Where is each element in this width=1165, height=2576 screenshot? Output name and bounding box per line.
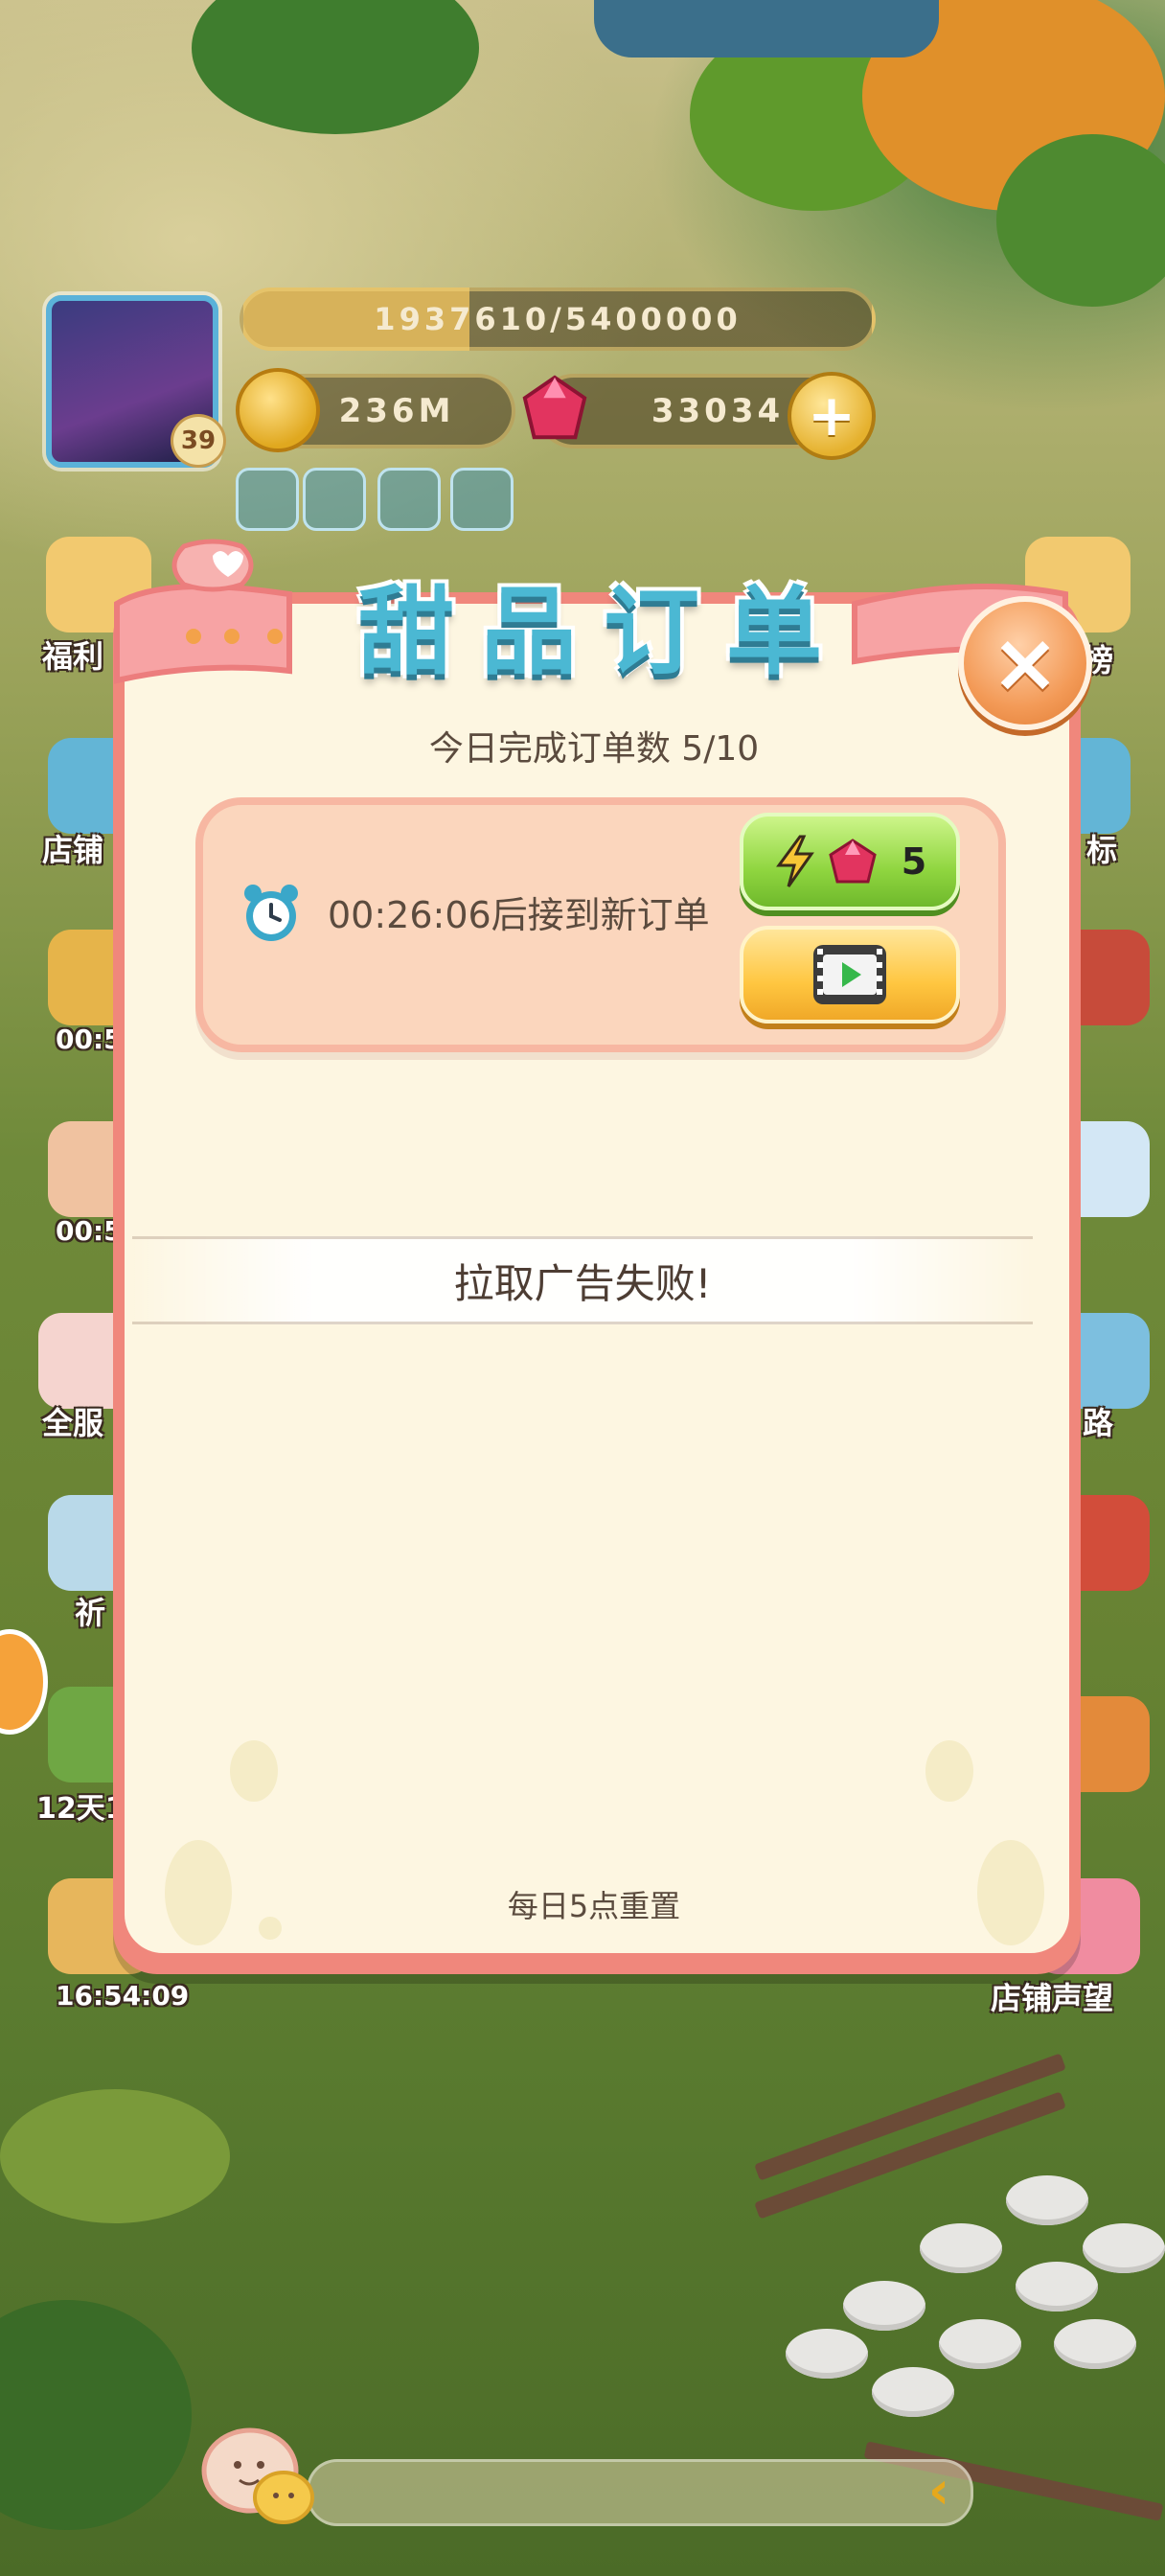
decor-dot — [977, 1840, 1044, 1945]
decor-dot — [925, 1740, 973, 1802]
lightning-icon — [775, 835, 814, 887]
event-icon[interactable] — [303, 468, 366, 531]
decor-dot — [259, 1917, 282, 1940]
target-label: 标 — [1086, 832, 1118, 868]
decor-dot — [165, 1840, 232, 1945]
stepping-stone — [843, 2281, 925, 2331]
next-order-timer: 00:26:06后接到新订单 — [328, 894, 710, 936]
video-play-icon — [813, 945, 886, 1004]
gem-icon — [829, 839, 877, 884]
watch-ad-button[interactable] — [740, 926, 960, 1024]
stepping-stone — [786, 2329, 868, 2379]
bush — [0, 2089, 230, 2223]
daily-order-count: 今日完成订单数 5/10 — [428, 729, 760, 769]
stepping-stone — [1016, 2262, 1098, 2312]
coin-value: 236M — [338, 392, 455, 430]
stepping-stone — [1006, 2175, 1088, 2225]
close-icon: × — [990, 615, 1061, 711]
chat-bar[interactable] — [307, 2459, 973, 2526]
event-icon[interactable] — [236, 468, 299, 531]
decor-dot — [230, 1740, 278, 1802]
gem-value: 33034 — [651, 392, 785, 430]
stepping-stone — [1054, 2319, 1136, 2369]
all-server-label: 全服 — [42, 1405, 104, 1441]
gem-icon — [522, 375, 587, 440]
bush — [0, 2300, 192, 2530]
xp-text: 1937610/5400000 — [374, 301, 742, 337]
welfare-label: 福利 — [42, 638, 104, 675]
pray-label: 祈 — [75, 1595, 106, 1631]
close-button[interactable]: × — [958, 596, 1092, 730]
speed-up-gem-button[interactable]: 5 — [740, 813, 960, 910]
stepping-stone — [920, 2223, 1002, 2273]
speed-up-cost: 5 — [901, 840, 927, 883]
add-gems-button[interactable]: + — [788, 372, 876, 460]
tree — [192, 0, 479, 134]
reputation-label: 店铺声望 — [991, 1980, 1114, 2016]
stepping-stone — [872, 2367, 954, 2417]
heart-icon[interactable] — [377, 468, 441, 531]
water — [594, 0, 939, 58]
gift-icon[interactable] — [450, 468, 514, 531]
event-timer: 16:54:09 — [56, 1980, 190, 2012]
chat-bubble-icon[interactable] — [197, 2423, 322, 2528]
xp-progress-bar: 1937610/5400000 — [240, 288, 876, 351]
chat-collapse-arrow-icon[interactable]: ‹ — [910, 2459, 968, 2520]
road-label: 路 — [1083, 1405, 1114, 1441]
alarm-clock-icon — [244, 885, 298, 941]
stepping-stone — [1083, 2223, 1165, 2273]
stepping-stone — [939, 2319, 1021, 2369]
ad-load-failed-toast: 拉取广告失败! — [132, 1236, 1033, 1324]
days-event-label: 12天1 — [36, 1792, 126, 1826]
shop-label: 店铺 — [42, 832, 104, 868]
coin-icon — [236, 368, 320, 452]
daily-reset-note: 每日5点重置 — [507, 1888, 681, 1924]
dialog-title: 甜品订单 — [358, 575, 849, 688]
player-level-badge: 39 — [171, 414, 226, 468]
